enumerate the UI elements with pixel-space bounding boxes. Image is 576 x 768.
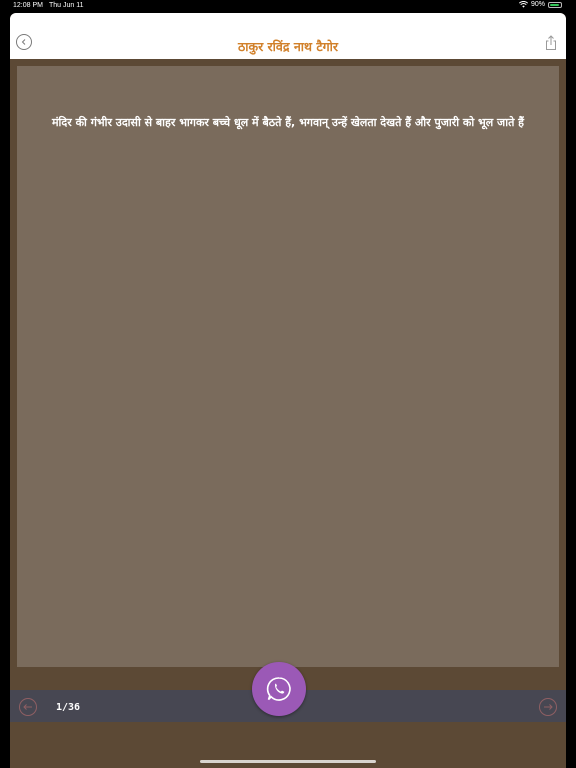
page-title: ठाकुर रविंद्र नाथ टैगोर [237, 39, 339, 54]
battery-icon [548, 1, 562, 8]
quote-text: मंदिर की गंभीर उदासी से बाहर भागकर बच्चे… [51, 116, 525, 129]
battery-percent: 90% [530, 1, 545, 8]
status-time: 12:08 PM [13, 2, 43, 9]
next-button[interactable] [539, 698, 557, 716]
previous-button[interactable] [19, 698, 37, 716]
home-indicator [200, 760, 376, 763]
wifi-icon [518, 1, 528, 8]
arrow-left-icon [23, 704, 32, 710]
app-window: ठाकुर रविंद्र नाथ टैगोर मंदिर की गंभीर उ… [10, 13, 566, 768]
share-icon [546, 35, 556, 50]
status-right: 90% [518, 1, 562, 8]
whatsapp-icon [266, 677, 291, 701]
status-date: Thu Jun 11 [49, 2, 84, 9]
nav-bar: ठाकुर रविंद्र नाथ टैगोर [10, 13, 566, 59]
share-button[interactable] [544, 35, 558, 51]
battery-fill [550, 3, 559, 6]
whatsapp-share-button[interactable] [252, 662, 306, 716]
screen: 12:08 PM Thu Jun 11 90% ठाकुर रविंद्र ना… [0, 0, 576, 768]
status-bar: 12:08 PM Thu Jun 11 90% [0, 0, 576, 13]
arrow-right-icon [544, 704, 553, 710]
page-counter: 1/36 [56, 702, 81, 713]
quote-card: मंदिर की गंभीर उदासी से बाहर भागकर बच्चे… [17, 66, 559, 667]
